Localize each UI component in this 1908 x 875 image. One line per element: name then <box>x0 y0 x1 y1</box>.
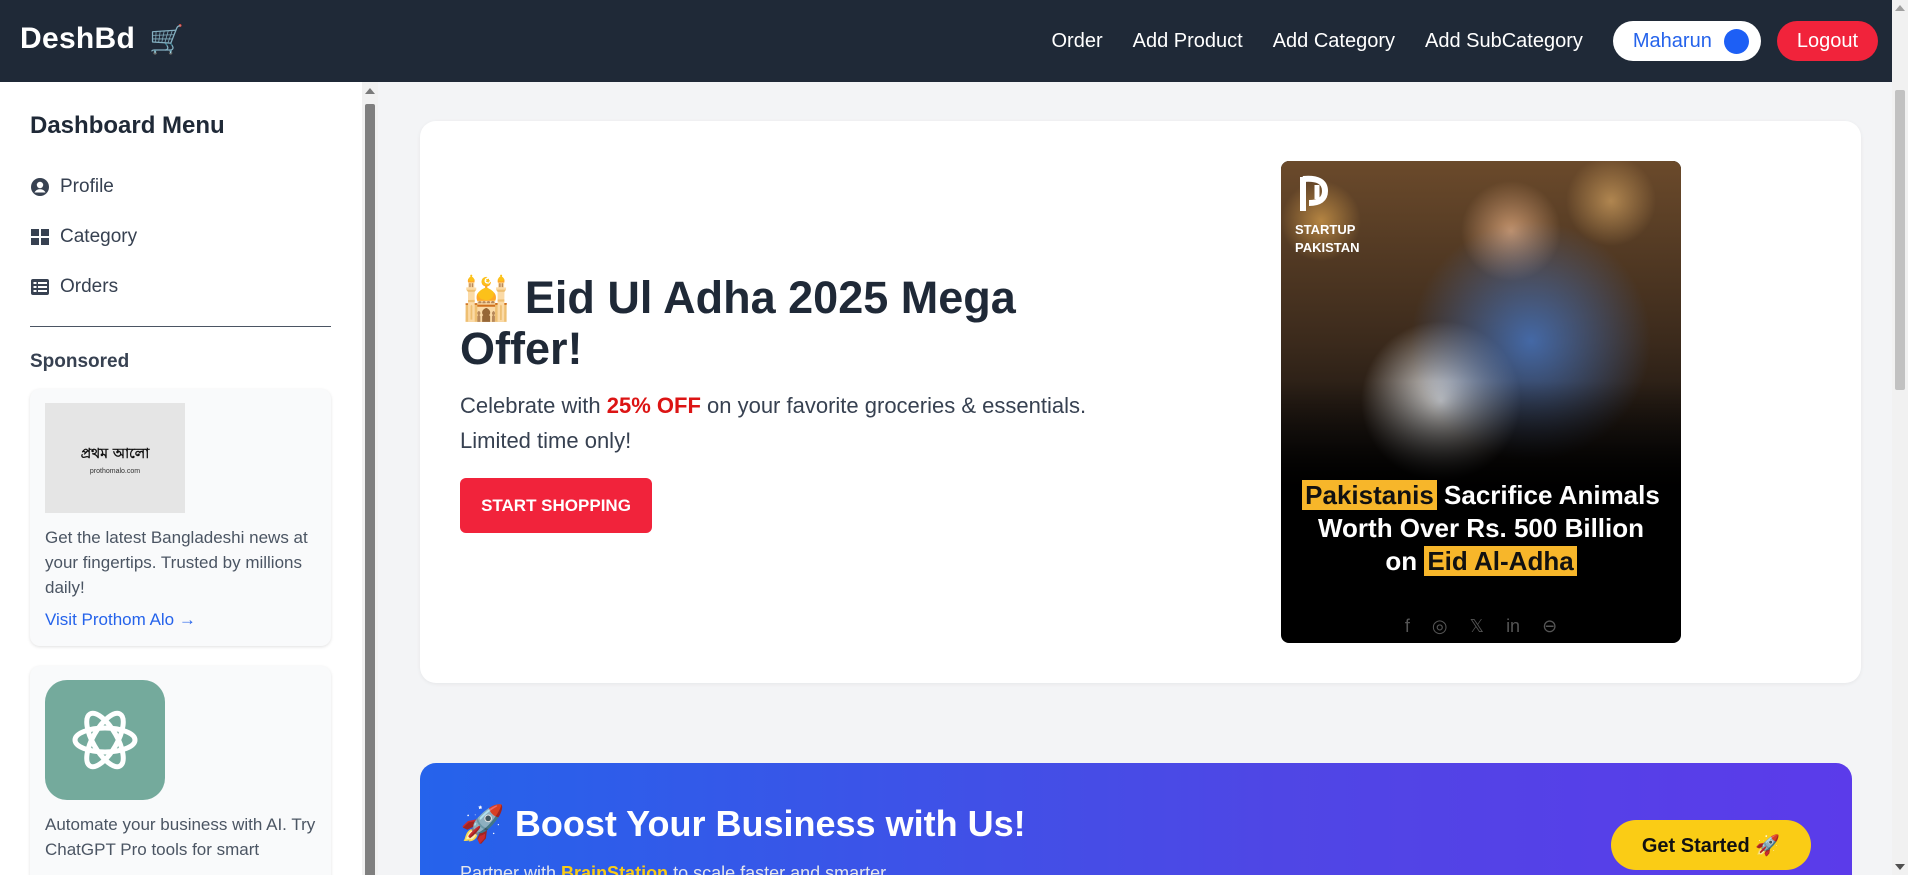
sidebar-item-orders[interactable]: Orders <box>30 262 331 312</box>
start-shopping-button[interactable]: START SHOPPING <box>460 478 652 533</box>
prothom-alo-logo[interactable]: প্রথম আলো prothomalo.com <box>45 403 185 513</box>
user-circle-icon <box>31 178 49 196</box>
boost-title-text: Boost Your Business with Us! <box>514 803 1026 844</box>
brand-logo[interactable]: DeshBd 🛒 <box>20 22 184 56</box>
sponsored-heading: Sponsored <box>30 351 130 372</box>
linkedin-icon: in <box>1506 616 1521 636</box>
grid-icon <box>31 229 49 245</box>
hero-title-text: Eid Ul Adha 2025 Mega Offer! <box>460 272 1016 374</box>
promo-social-icons: f ◎ 𝕏 in ⊖ <box>1281 616 1681 637</box>
scroll-up-arrow-icon[interactable] <box>365 88 375 94</box>
promo-text-3: on <box>1385 546 1425 576</box>
sidebar-scrollbar[interactable] <box>362 82 378 875</box>
user-status-dot <box>1723 28 1749 54</box>
get-started-button[interactable]: Get Started 🚀 <box>1611 820 1811 870</box>
brand-name: DeshBd <box>20 22 136 55</box>
hero-offer-card: 🕌 Eid Ul Adha 2025 Mega Offer! Celebrate… <box>420 121 1861 683</box>
startup-pakistan-logo: STARTUP PAKISTAN <box>1295 173 1360 256</box>
sponsor-card-prothom-alo: প্রথম আলো prothomalo.com Get the latest … <box>30 389 331 646</box>
promo-image[interactable]: STARTUP PAKISTAN Pakistanis Sacrifice An… <box>1281 161 1681 643</box>
brainstation-link[interactable]: BrainStation <box>561 863 668 875</box>
boost-sub-text-2: to scale faster and smarter. <box>668 863 891 875</box>
sidebar-item-category[interactable]: Category <box>30 212 331 262</box>
list-icon <box>31 279 49 295</box>
top-navbar: DeshBd 🛒 Order Add Product Add Category … <box>0 0 1908 82</box>
sponsor-card-chatgpt: Automate your business with AI. Try Chat… <box>30 666 331 875</box>
threads-icon: ⊖ <box>1542 616 1558 636</box>
sidebar: Dashboard Menu Profile Category Orders S… <box>0 82 378 875</box>
rocket-icon: 🚀 <box>460 803 505 844</box>
mosque-icon: 🕌 <box>460 275 513 322</box>
logo-line1: STARTUP <box>1295 222 1356 237</box>
visit-prothom-alo-link[interactable]: Visit Prothom Alo → <box>45 610 316 630</box>
promo-text-2: Worth Over Rs. 500 Billion <box>1317 513 1645 543</box>
boost-subtitle: Partner with BrainStation to scale faste… <box>460 863 890 875</box>
logo-line2: PAKISTAN <box>1295 240 1360 255</box>
x-twitter-icon: 𝕏 <box>1469 616 1485 636</box>
openai-knot-icon <box>72 710 138 770</box>
page-scroll-thumb[interactable] <box>1895 90 1905 390</box>
sidebar-divider <box>30 326 331 327</box>
sidebar-title: Dashboard Menu <box>30 112 225 139</box>
logout-button[interactable]: Logout <box>1776 21 1878 61</box>
boost-title: 🚀 Boost Your Business with Us! <box>460 803 1026 845</box>
user-name: Maharun <box>1632 29 1712 52</box>
instagram-icon: ◎ <box>1431 616 1448 636</box>
sponsor-description: Get the latest Bangladeshi news at your … <box>45 528 308 597</box>
boost-business-banner: 🚀 Boost Your Business with Us! Partner w… <box>420 763 1852 875</box>
user-profile-button[interactable]: Maharun <box>1612 21 1761 61</box>
promo-text-1: Sacrifice Animals <box>1436 480 1660 510</box>
prothom-alo-logo-text: প্রথম আলো <box>80 445 150 462</box>
sidebar-scroll-thumb[interactable] <box>365 104 375 875</box>
sidebar-item-label: Profile <box>60 176 114 197</box>
nav-add-subcategory-link[interactable]: Add SubCategory <box>1425 30 1583 53</box>
promo-highlight-2: Eid Al-Adha <box>1424 546 1577 576</box>
discount-highlight: 25% OFF <box>606 393 701 418</box>
sidebar-item-profile[interactable]: Profile <box>30 162 331 212</box>
nav-order-link[interactable]: Order <box>1052 30 1103 53</box>
hero-sub-line2: Limited time only! <box>460 428 632 453</box>
nav-links: Order Add Product Add Category Add SubCa… <box>1052 20 1878 62</box>
sponsor-description: Automate your business with AI. Try Chat… <box>45 815 316 859</box>
cart-icon: 🛒 <box>149 23 185 55</box>
facebook-icon: f <box>1404 616 1410 636</box>
sidebar-item-label: Category <box>60 226 138 247</box>
page-scroll-down-arrow-icon[interactable] <box>1895 864 1905 870</box>
sidebar-menu: Profile Category Orders <box>30 162 331 312</box>
nav-add-category-link[interactable]: Add Category <box>1273 30 1395 53</box>
hero-subtitle: Celebrate with 25% OFF on your favorite … <box>460 388 1120 458</box>
hero-sub-text-2: on your favorite groceries & essentials. <box>700 393 1087 418</box>
sidebar-item-label: Orders <box>60 276 119 297</box>
promo-headline: Pakistanis Sacrifice Animals Worth Over … <box>1281 479 1681 578</box>
boost-sub-text: Partner with <box>460 863 562 875</box>
prothom-alo-domain: prothomalo.com <box>89 467 141 475</box>
page-scroll-up-arrow-icon[interactable] <box>1895 5 1905 11</box>
nav-add-product-link[interactable]: Add Product <box>1133 30 1243 53</box>
promo-highlight-1: Pakistanis <box>1302 480 1437 510</box>
hero-title: 🕌 Eid Ul Adha 2025 Mega Offer! <box>460 273 1120 374</box>
page-scrollbar[interactable] <box>1892 0 1908 875</box>
startup-pakistan-mark-icon <box>1300 175 1329 211</box>
openai-icon[interactable] <box>45 680 165 800</box>
hero-sub-text: Celebrate with <box>460 393 607 418</box>
